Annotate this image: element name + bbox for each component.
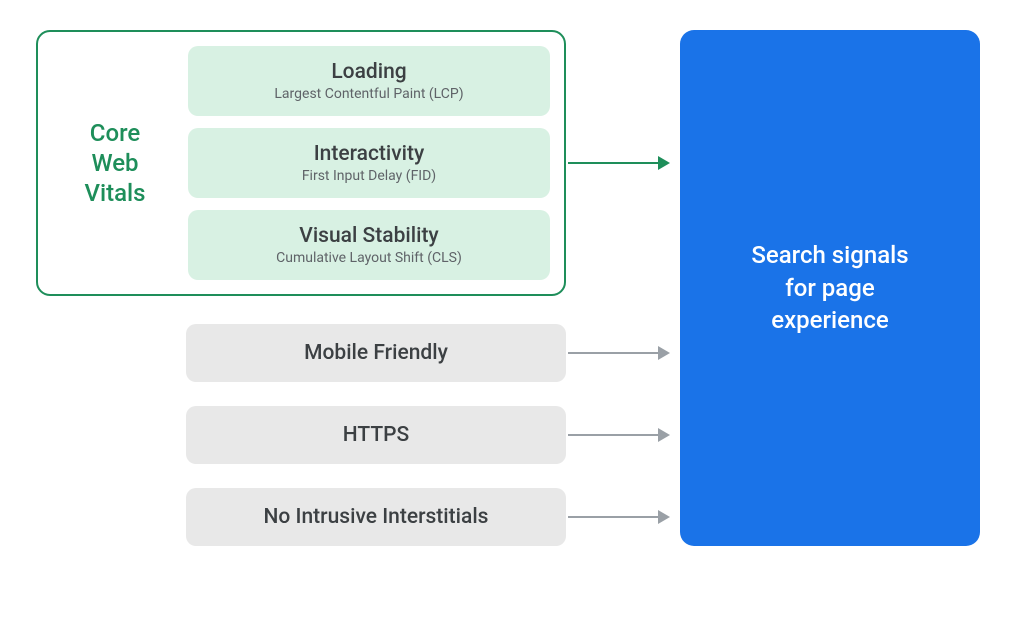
vital-interactivity: Interactivity First Input Delay (FID) xyxy=(188,128,550,198)
cwv-label-line: Vitals xyxy=(56,178,174,208)
vital-loading: Loading Largest Contentful Paint (LCP) xyxy=(188,46,550,116)
signal-label: HTTPS xyxy=(343,423,409,447)
cwv-label-line: Core xyxy=(56,118,174,148)
vital-title: Interactivity xyxy=(314,142,425,166)
vital-title: Visual Stability xyxy=(299,224,438,248)
vital-subtitle: Largest Contentful Paint (LCP) xyxy=(274,86,463,102)
target-line: Search signals xyxy=(751,239,908,271)
vital-title: Loading xyxy=(331,60,406,84)
core-web-vitals-group: Core Web Vitals Loading Largest Contentf… xyxy=(36,30,566,296)
core-web-vitals-items: Loading Largest Contentful Paint (LCP) I… xyxy=(188,46,550,280)
diagram: Core Web Vitals Loading Largest Contentf… xyxy=(0,0,1024,640)
arrow-icon xyxy=(568,162,668,164)
core-web-vitals-label: Core Web Vitals xyxy=(56,118,174,208)
arrow-icon xyxy=(568,516,668,518)
target-text: Search signals for page experience xyxy=(751,239,908,336)
signal-mobile-friendly: Mobile Friendly xyxy=(186,324,566,382)
vital-visual-stability: Visual Stability Cumulative Layout Shift… xyxy=(188,210,550,280)
signal-label: Mobile Friendly xyxy=(304,341,448,365)
search-signals-box: Search signals for page experience xyxy=(680,30,980,546)
vital-subtitle: First Input Delay (FID) xyxy=(302,168,436,184)
vital-subtitle: Cumulative Layout Shift (CLS) xyxy=(276,250,462,266)
target-line: for page xyxy=(751,272,908,304)
arrow-icon xyxy=(568,434,668,436)
signal-https: HTTPS xyxy=(186,406,566,464)
arrow-icon xyxy=(568,352,668,354)
target-line: experience xyxy=(751,304,908,336)
signal-no-intrusive-interstitials: No Intrusive Interstitials xyxy=(186,488,566,546)
signal-label: No Intrusive Interstitials xyxy=(264,505,489,529)
cwv-label-line: Web xyxy=(56,148,174,178)
